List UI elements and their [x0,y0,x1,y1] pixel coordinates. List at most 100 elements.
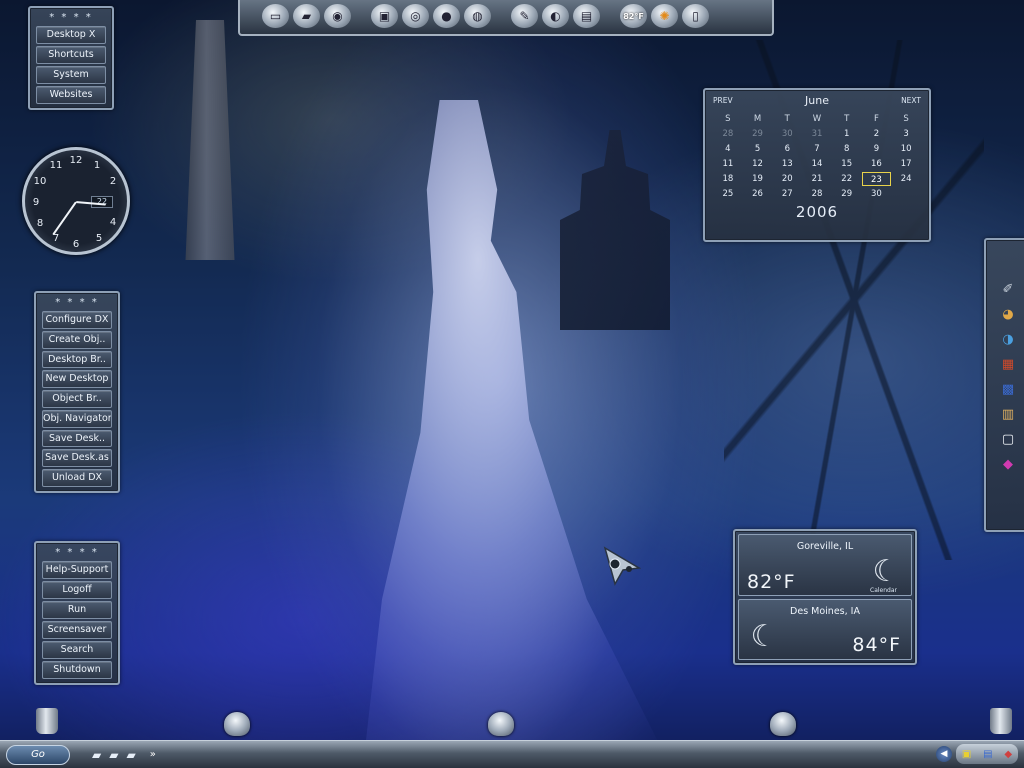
analog-clock[interactable]: 12 1 2 4 5 6 7 8 9 10 11 22 [22,147,130,255]
left-trash-icon[interactable] [36,708,58,734]
calendar-day[interactable]: 29 [832,187,862,201]
weather-city: Goreville, IL [796,541,854,552]
shutdown-button[interactable]: Shutdown [42,661,112,679]
palette-icon[interactable]: ◕ [996,303,1020,325]
book-icon[interactable]: ▦ [996,353,1020,375]
trash-icon[interactable]: ▯ [682,4,709,28]
display-icon[interactable]: ▣ [371,4,398,28]
create-object-button[interactable]: Create Obj.. [42,330,112,349]
tools-icon[interactable]: ✎ [511,4,538,28]
help-support-button[interactable]: Help-Support [42,561,112,579]
calendar-day[interactable]: 22 [832,172,862,186]
calendar-day[interactable]: 10 [891,142,921,156]
calendar-day[interactable]: 1 [832,127,862,141]
object-navigator-button[interactable]: Obj. Navigator [42,409,112,428]
configure-dx-button[interactable]: Configure DX [42,311,112,329]
folder-icon[interactable]: ▤ [573,4,600,28]
calendar-day[interactable]: 26 [743,187,773,201]
globe-icon[interactable]: ◐ [542,4,569,28]
unload-dx-button[interactable]: Unload DX [42,469,112,488]
color-wheel-icon[interactable]: ◑ [996,328,1020,350]
tray-arrow-icon[interactable]: ◀ [936,746,952,762]
quick-launch: ▰ ▰ ▰ [92,748,136,762]
calendar-day[interactable]: 18 [713,172,743,186]
calendar-day[interactable]: 30 [862,187,892,201]
scanner-icon[interactable]: ▰ [293,4,320,28]
calendar-day[interactable]: 6 [772,142,802,156]
calendar-day[interactable]: 15 [832,157,862,171]
monitor-icon[interactable]: ▭ [262,4,289,28]
calendar-day[interactable]: 4 [713,142,743,156]
disc-icon[interactable]: ◎ [402,4,429,28]
calendar-day[interactable]: 9 [862,142,892,156]
calendar-day[interactable]: 7 [802,142,832,156]
calendar-next-button[interactable]: NEXT [901,96,921,105]
save-desktop-button[interactable]: Save Desk.. [42,429,112,448]
tray-network-icon[interactable]: ▤ [983,749,992,760]
shortcuts-button[interactable]: Shortcuts [36,46,106,64]
calendar-day[interactable]: 2 [862,127,892,141]
system-button[interactable]: System [36,66,106,84]
calendar-weekday: S [725,114,731,124]
gems-icon[interactable]: ◆ [996,453,1020,475]
calendar-day[interactable]: 20 [772,172,802,186]
menu-stars: * * * * [49,12,93,23]
calendar-day[interactable]: 12 [743,157,773,171]
object-browser-button[interactable]: Object Br.. [42,390,112,408]
right-trash-icon[interactable] [990,708,1012,734]
paper-icon[interactable]: ▢ [996,428,1020,450]
sun-icon[interactable]: ✺ [651,4,678,28]
quick-launch-icon[interactable]: ▰ [92,748,101,762]
desktop-browser-button[interactable]: Desktop Br.. [42,350,112,369]
calendar-day[interactable]: 24 [891,172,921,186]
eye-icon[interactable]: ● [433,4,460,28]
websites-button[interactable]: Websites [36,86,106,104]
new-desktop-button[interactable]: New Desktop [42,370,112,389]
search-button[interactable]: Search [42,641,112,659]
calendar-day[interactable]: 28 [713,127,743,141]
clock-number: 1 [93,160,101,171]
brush-icon[interactable]: ✐ [996,278,1020,300]
tray-color-icon[interactable]: ◆ [1004,749,1012,760]
weather-box-bottom[interactable]: Des Moines, IA ☾ 84°F [738,598,912,660]
quick-launch-icon[interactable]: ▰ [126,748,135,762]
tray-app-icon[interactable]: ▣ [962,749,971,760]
moon-cloud-icon: ☾ [872,554,900,589]
calendar-day[interactable]: 25 [713,187,743,201]
media-icon[interactable]: ◉ [324,4,351,28]
save-desktop-as-button[interactable]: Save Desk.as [42,449,112,468]
network-icon[interactable]: ◍ [464,4,491,28]
cards-icon[interactable]: ▥ [996,403,1020,425]
sphere-icon[interactable] [488,712,514,736]
expand-icon[interactable]: » [150,749,156,760]
calendar-day[interactable]: 30 [772,127,802,141]
calendar-day[interactable]: 21 [802,172,832,186]
weather-icon[interactable]: 82°F [620,4,647,28]
calendar-day[interactable]: 17 [891,157,921,171]
weather-box-top[interactable]: Goreville, IL 82°F ☾ Calendar [738,534,912,596]
calendar-day[interactable]: 14 [802,157,832,171]
calendar-day[interactable]: 31 [802,127,832,141]
sphere-icon[interactable] [224,712,250,736]
calendar-day[interactable]: 29 [743,127,773,141]
calendar-day[interactable]: 5 [743,142,773,156]
calendar-day[interactable]: 3 [891,127,921,141]
calendar-day[interactable]: 19 [743,172,773,186]
quick-launch-icon[interactable]: ▰ [109,748,118,762]
calendar-day[interactable]: 11 [713,157,743,171]
clock-number: 6 [72,239,80,250]
start-button[interactable]: Go [6,744,70,765]
screensaver-button[interactable]: Screensaver [42,621,112,639]
calendar-day[interactable]: 28 [802,187,832,201]
calendar-day[interactable]: 13 [772,157,802,171]
sphere-icon[interactable] [770,712,796,736]
logoff-button[interactable]: Logoff [42,581,112,599]
calendar-today[interactable]: 23 [861,172,892,186]
calendar-day[interactable]: 27 [772,187,802,201]
calendar-day[interactable]: 8 [832,142,862,156]
calendar-day[interactable]: 16 [862,157,892,171]
calendar-prev-button[interactable]: PREV [713,96,733,105]
run-button[interactable]: Run [42,601,112,619]
chess-icon[interactable]: ▩ [996,378,1020,400]
desktop-x-button[interactable]: Desktop X [36,26,106,44]
